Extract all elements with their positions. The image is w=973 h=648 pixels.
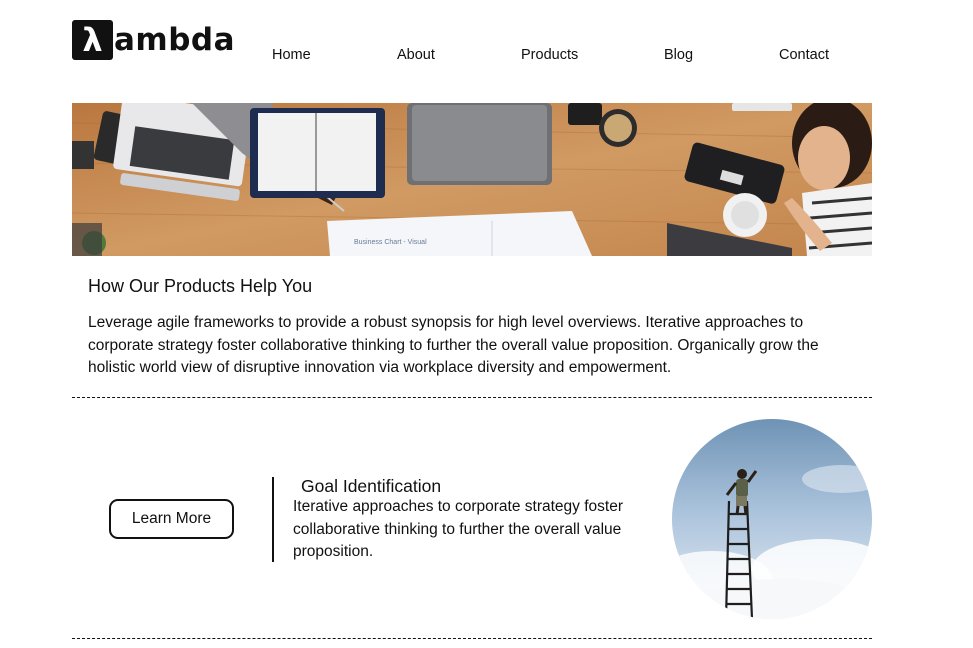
ladder-sky-illustration (672, 419, 872, 619)
feature-image (672, 419, 872, 619)
nav-item-blog[interactable]: Blog (664, 45, 693, 65)
learn-more-button[interactable]: Learn More (109, 499, 234, 539)
nav-item-products[interactable]: Products (521, 45, 578, 65)
nav-item-about[interactable]: About (397, 45, 435, 65)
nav-item-home[interactable]: Home (272, 45, 311, 65)
section-divider (72, 397, 872, 398)
section-paragraph: Leverage agile frameworks to provide a r… (88, 314, 819, 376)
section-title: How Our Products Help You (88, 276, 313, 296)
vertical-divider (272, 477, 274, 562)
nav-item-contact[interactable]: Contact (779, 45, 829, 65)
hero-image: Business Chart - Visual (72, 103, 872, 256)
feature-title: Goal Identification (301, 476, 442, 496)
feature-paragraph: Iterative approaches to corporate strate… (293, 498, 623, 560)
desk-scene-illustration: Business Chart - Visual (72, 103, 872, 256)
main-nav: Home About Products Blog Contact (0, 45, 973, 65)
section-divider (72, 638, 872, 639)
chart-paper-label: Business Chart - Visual (354, 239, 427, 246)
